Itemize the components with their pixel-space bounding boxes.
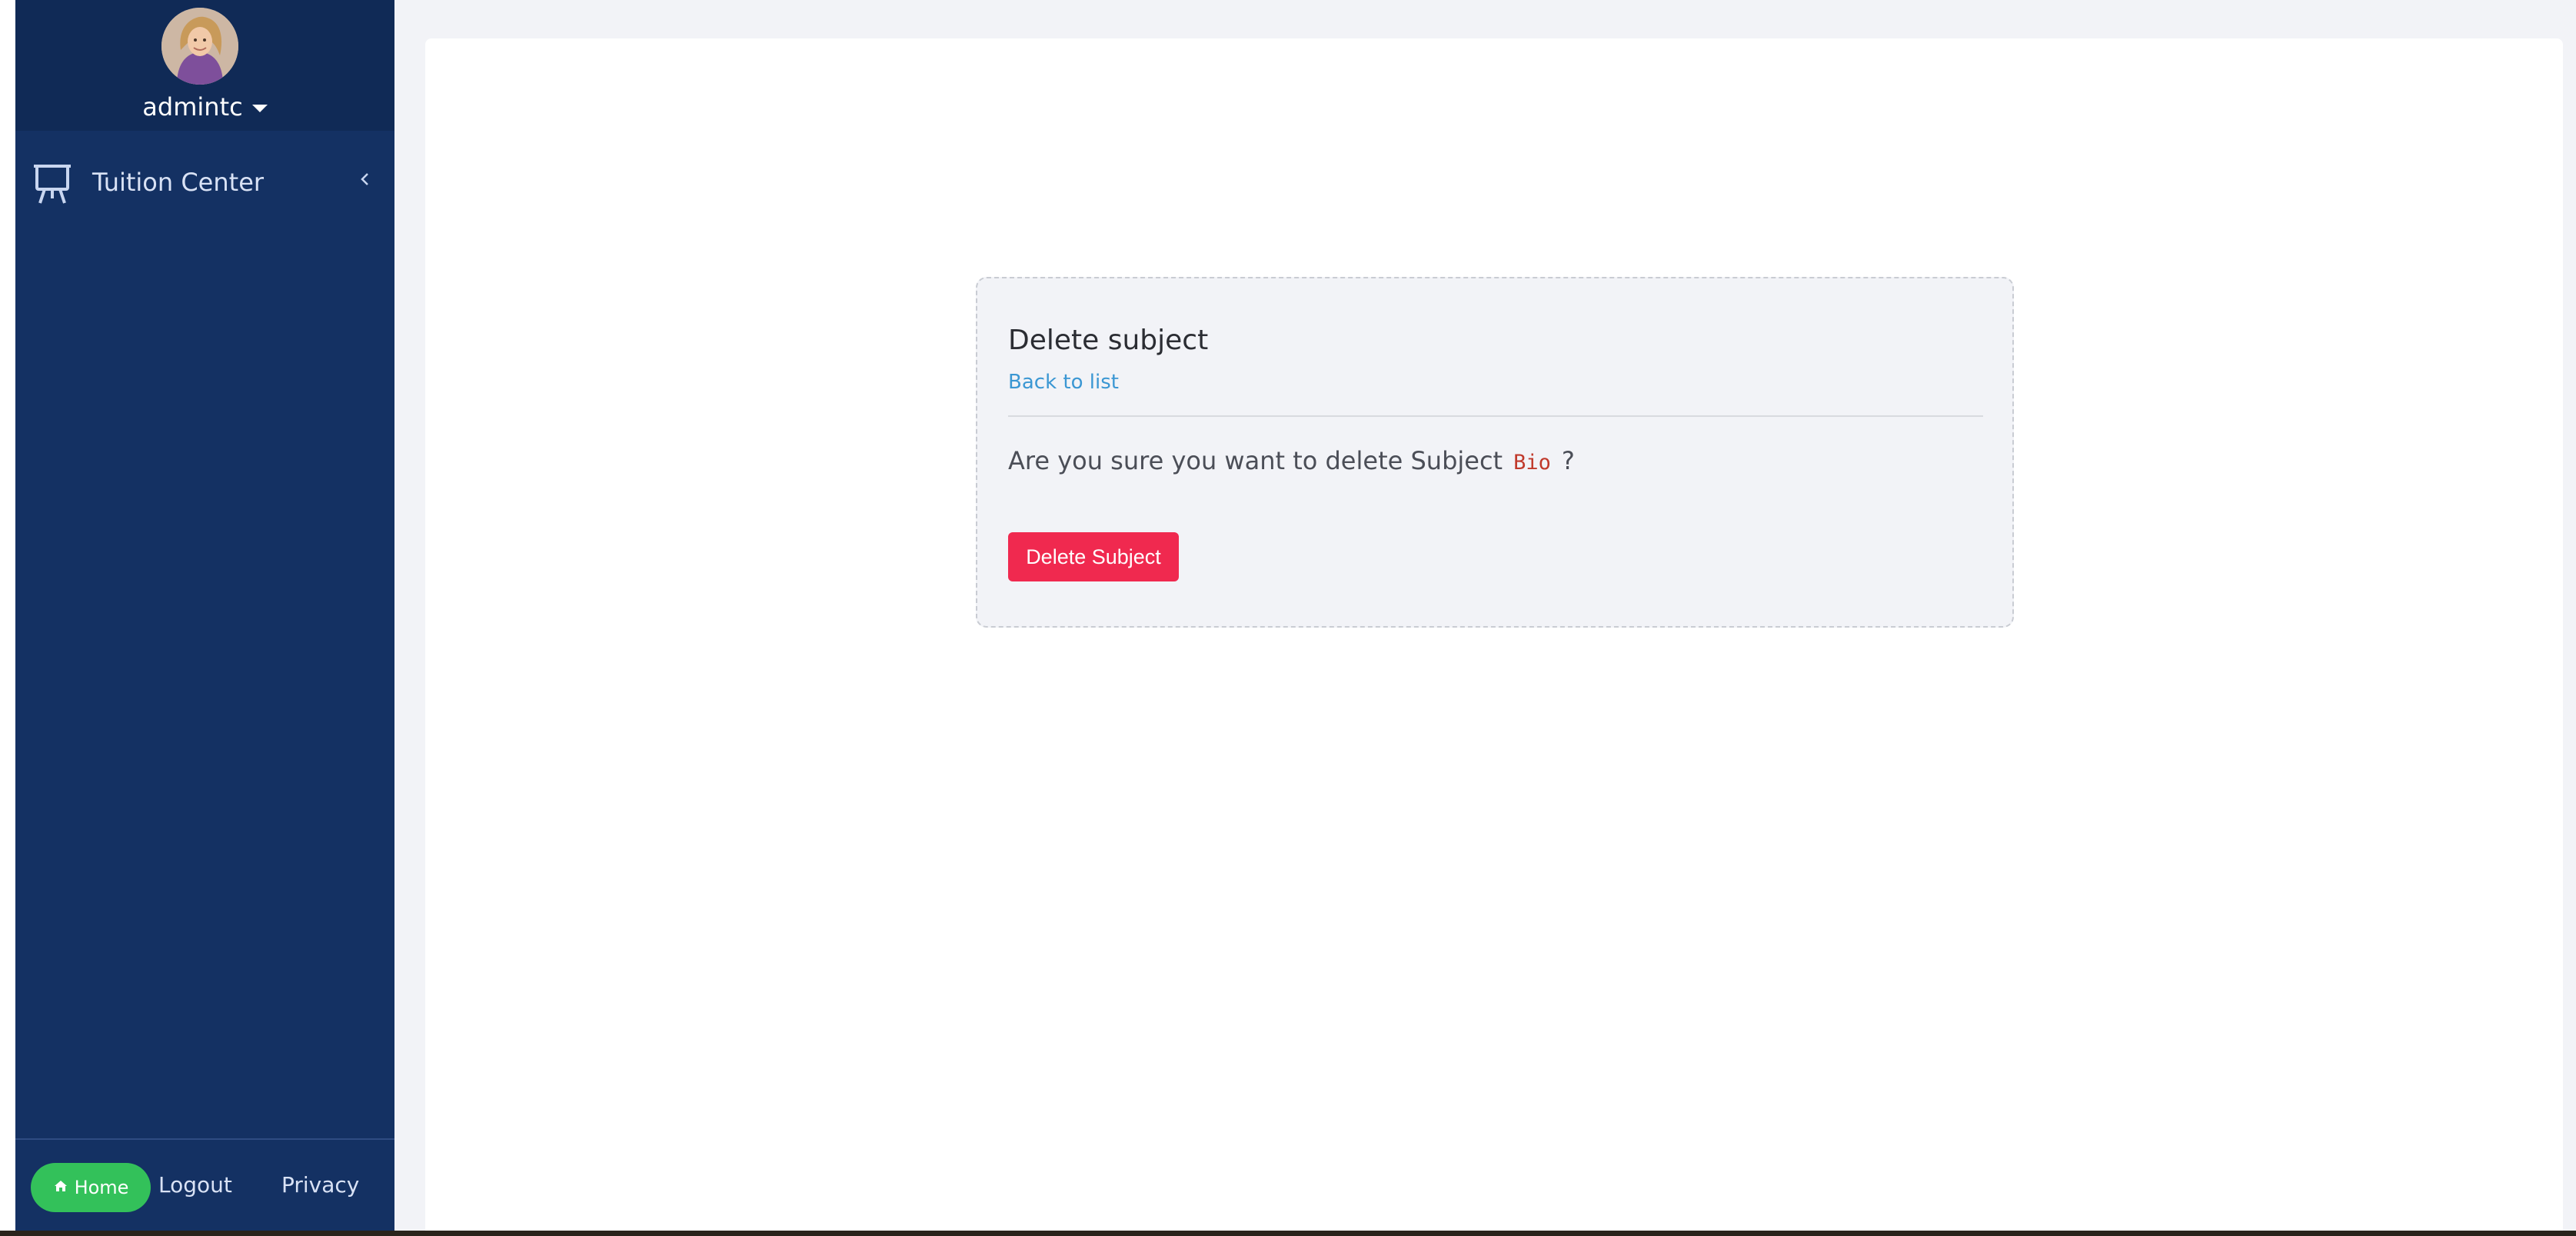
delete-subject-button[interactable]: Delete Subject [1008, 532, 1179, 581]
confirm-message: Are you sure you want to delete Subject B… [1008, 446, 1575, 475]
privacy-link[interactable]: Privacy [281, 1172, 359, 1198]
subject-name: Bio [1513, 451, 1551, 475]
divider [1008, 415, 1983, 417]
user-name: admintc [142, 92, 243, 122]
sidebar: admintc Tuition Center Home Logout Priva… [15, 0, 394, 1236]
sidebar-item-tuition-center[interactable]: Tuition Center [15, 154, 394, 215]
page: admintc Tuition Center Home Logout Priva… [0, 0, 2576, 1236]
sidebar-item-label: Tuition Center [92, 168, 265, 197]
user-menu[interactable]: admintc [15, 92, 394, 122]
back-to-list-link[interactable]: Back to list [1008, 371, 1119, 394]
main-content: Delete subject Back to list Are you sure… [425, 38, 2563, 1236]
confirm-suffix: ? [1561, 446, 1575, 475]
home-label: Home [74, 1177, 129, 1198]
confirm-prefix: Are you sure you want to delete Subject [1008, 446, 1503, 475]
left-gutter [0, 0, 15, 1236]
avatar[interactable] [161, 8, 238, 85]
chevron-left-icon[interactable] [354, 168, 377, 191]
presentation-board-icon [32, 162, 72, 208]
delete-confirm-card: Delete subject Back to list Are you sure… [976, 277, 2014, 628]
page-title: Delete subject [1008, 325, 1209, 356]
home-button[interactable]: Home [31, 1163, 151, 1212]
caret-down-icon [251, 105, 268, 112]
logout-link[interactable]: Logout [158, 1172, 232, 1198]
sidebar-user-panel: admintc [15, 0, 394, 131]
sidebar-divider [15, 1138, 394, 1140]
bottom-edge-strip [0, 1231, 2576, 1236]
home-icon [53, 1177, 68, 1198]
